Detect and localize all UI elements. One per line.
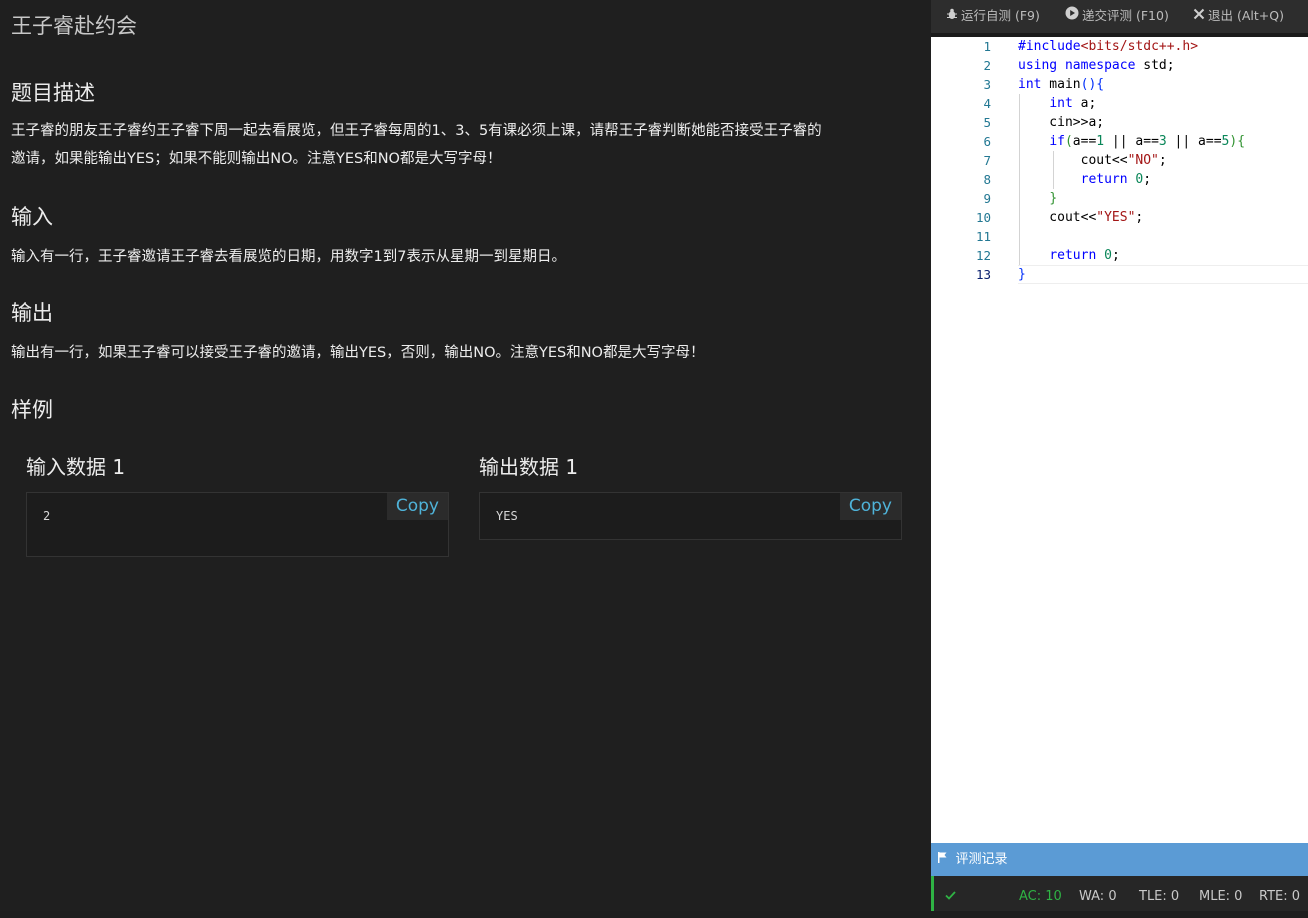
line-number: 10 xyxy=(975,210,991,225)
code-line: 2 using namespace std; xyxy=(931,56,1308,75)
code-line: 8 return 0; xyxy=(931,170,1308,189)
submit-judge-button[interactable]: 递交评测 (F10) xyxy=(1065,0,1169,32)
sample-output-title: 输出数据 1 xyxy=(479,455,579,479)
sample-input-value: 2 xyxy=(43,509,51,523)
copy-output-button[interactable]: Copy xyxy=(839,493,901,520)
submit-judge-label: 递交评测 (F10) xyxy=(1082,8,1169,23)
code-line-text: int main(){ xyxy=(1018,77,1105,92)
page-title: 王子睿赴约会 xyxy=(11,14,137,38)
code-line: 10 cout<<"YES"; xyxy=(931,208,1308,227)
sample-input-box: 2 Copy xyxy=(26,492,449,557)
problem-panel: 王子睿赴约会 题目描述 王子睿的朋友王子睿约王子睿下周一起去看展览，但王子睿每周… xyxy=(0,0,931,911)
line-number: 2 xyxy=(983,58,991,73)
code-line-text: return 0; xyxy=(1049,248,1120,263)
tle-count: TLE: 0 xyxy=(1139,889,1180,904)
code-line-text: int a; xyxy=(1049,96,1097,111)
code-line: 6 if(a==1 || a==3 || a==5){ xyxy=(931,132,1308,151)
exit-button[interactable]: 退出 (Alt+Q) xyxy=(1193,0,1284,32)
sample-output-box: YES Copy xyxy=(479,492,902,540)
code-line: 11 xyxy=(931,227,1308,246)
code-line: 3 int main(){ xyxy=(931,75,1308,94)
line-number: 5 xyxy=(983,115,991,130)
description-line-1: 王子睿的朋友王子睿约王子睿下周一起去看展览，但王子睿每周的1、3、5有课必须上课… xyxy=(11,123,822,139)
code-line: 9 } xyxy=(931,189,1308,208)
rte-count: RTE: 0 xyxy=(1259,889,1301,904)
code-line: 1 #include<bits/stdc++.h> xyxy=(931,37,1308,56)
check-icon xyxy=(945,876,956,918)
code-line-text: } xyxy=(1049,191,1058,206)
run-self-test-button[interactable]: 运行自测 (F9) xyxy=(946,0,1040,32)
code-line-text: } xyxy=(1018,267,1026,282)
output-heading: 输出 xyxy=(11,301,53,325)
samples-heading: 样例 xyxy=(11,398,53,422)
line-number: 13 xyxy=(975,267,991,282)
output-text: 输出有一行，如果王子睿可以接受王子睿的邀请，输出YES，否则，输出NO。注意YE… xyxy=(11,345,705,361)
play-circle-icon xyxy=(1065,0,1079,32)
code-line: 13 } xyxy=(931,265,1308,284)
judge-record-title: 评测记录 xyxy=(955,852,1008,867)
description-line-2: 邀请，如果能输出YES；如果不能则输出NO。注意YES和NO都是大写字母！ xyxy=(11,151,502,167)
flag-icon xyxy=(938,852,951,866)
code-line: 5 cin>>a; xyxy=(931,113,1308,132)
bug-icon xyxy=(946,0,958,32)
judge-record-header[interactable]: 评测记录 xyxy=(931,843,1308,876)
description-heading: 题目描述 xyxy=(11,81,95,105)
code-line-text: #include<bits/stdc++.h> xyxy=(1018,39,1199,54)
code-line: 7 cout<<"NO"; xyxy=(931,151,1308,170)
copy-input-button[interactable]: Copy xyxy=(386,493,448,520)
sample-output: 输出数据 1 YES Copy xyxy=(479,452,902,540)
line-number: 11 xyxy=(975,229,991,244)
code-line-text: return 0; xyxy=(1080,172,1152,187)
exit-label: 退出 (Alt+Q) xyxy=(1208,8,1284,23)
line-number: 3 xyxy=(983,77,991,92)
input-heading: 输入 xyxy=(11,205,53,229)
run-self-test-label: 运行自测 (F9) xyxy=(961,8,1040,23)
wa-count: WA: 0 xyxy=(1079,889,1117,904)
line-number: 12 xyxy=(975,248,991,263)
code-line-text: cout<<"YES"; xyxy=(1018,210,1144,225)
judge-record-row[interactable]: AC: 10 WA: 0 TLE: 0 MLE: 0 RTE: 0 xyxy=(931,876,1308,911)
line-number: 7 xyxy=(983,153,991,168)
mle-count: MLE: 0 xyxy=(1199,889,1243,904)
line-number: 6 xyxy=(983,134,991,149)
code-line-text: if(a==1 || a==3 || a==5){ xyxy=(1049,134,1246,149)
line-number: 4 xyxy=(983,96,991,111)
description-text: 王子睿的朋友王子睿约王子睿下周一起去看展览，但王子睿每周的1、3、5有课必须上课… xyxy=(11,117,916,173)
code-line-text: cin>>a; xyxy=(1018,115,1105,130)
line-number: 9 xyxy=(983,191,991,206)
sample-input-title: 输入数据 1 xyxy=(26,455,126,479)
editor-panel: 运行自测 (F9) 递交评测 (F10) 退出 (Alt+Q) 1 #inclu… xyxy=(931,0,1308,911)
toolbar: 运行自测 (F9) 递交评测 (F10) 退出 (Alt+Q) xyxy=(931,0,1308,37)
code-line-text: using namespace std; xyxy=(1018,58,1175,73)
input-text: 输入有一行，王子睿邀请王子睿去看展览的日期，用数字1到7表示从星期一到星期日。 xyxy=(11,249,566,265)
code-line: 4 int a; xyxy=(931,94,1308,113)
code-line-text: cout<<"NO"; xyxy=(1018,153,1167,168)
code-editor[interactable]: 1 #include<bits/stdc++.h> 2 using namesp… xyxy=(931,37,1308,843)
line-number: 1 xyxy=(983,39,991,54)
sample-input: 输入数据 1 2 Copy xyxy=(26,452,449,557)
ac-count: AC: 10 xyxy=(1019,889,1062,904)
code-line: 12 return 0; xyxy=(931,246,1308,265)
line-number: 8 xyxy=(983,172,991,187)
sample-output-value: YES xyxy=(496,509,518,523)
close-icon xyxy=(1193,0,1205,32)
